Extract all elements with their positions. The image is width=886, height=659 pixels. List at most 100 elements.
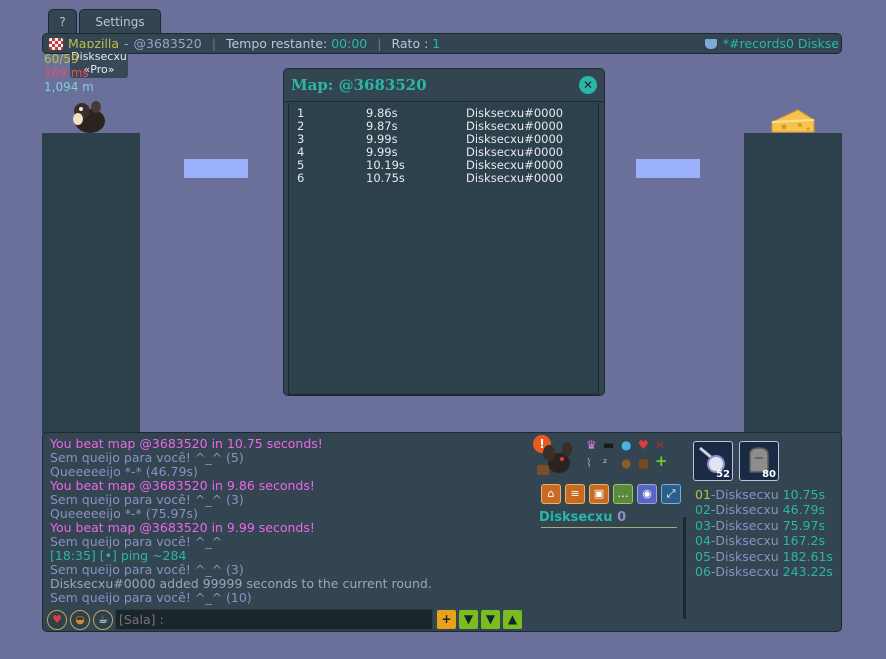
arrow-down-icon[interactable]: ▼ [481,610,500,629]
chat-line: Sem queijo para você! ^_^ (10) [50,590,252,605]
shaman-icon[interactable]: ☕ [93,610,113,630]
mouse-avatar [73,101,105,133]
right-floating-platform [636,159,700,178]
ranking-time: 75.97s [782,517,825,533]
ranking-row[interactable]: 06-Disksecxu 243.22s [695,564,833,579]
room-name[interactable]: *#records0 Diskse [723,36,839,51]
records-list: 1 9.86s Disksecxu#0000 2 9.87s Disksecxu#0000… [288,103,599,395]
ranking-time: 182.61s [782,548,833,564]
player-avatar[interactable] [535,439,577,477]
time-label: Tempo restante: [225,36,328,51]
record-time: 10.75s [366,171,405,185]
ranking-position: 01 [695,487,711,502]
heart-icon[interactable]: ♥ [638,439,649,451]
inventory-slot[interactable]: 52 [693,441,733,481]
ranking-name: -Disksecxu [710,502,779,518]
item-count: 80 [762,469,776,480]
ranking-position: 05 [695,548,711,564]
hat-icon[interactable]: ▬ [603,439,614,451]
chest-icon[interactable]: ■ [638,457,649,469]
chat-line: You beat map @3683520 in 9.99 seconds! [50,520,315,535]
close-icon[interactable]: ✕ [579,76,597,94]
home-icon[interactable]: ⌂ [541,484,561,504]
room-player-name: Disksecxu [539,510,613,525]
ranking-row[interactable]: 01-Disksecxu 10.75s [695,487,833,502]
popup-header: Map: @3683520 ✕ [284,69,604,102]
map-code[interactable]: @3683520 [134,36,202,51]
left-floating-platform [184,159,248,178]
ranking-position: 03 [695,517,711,533]
panel-divider [683,517,686,619]
right-pillar [744,133,842,434]
tribe-icon[interactable]: ◒ [70,610,90,630]
shop-icon[interactable]: ▣ [589,484,609,504]
discord-icon[interactable]: ◉ [637,484,657,504]
settings-tab[interactable]: Settings [79,9,161,33]
chat-input-row: ♥ ◒ ☕ + ▼ ▼ ▲ [47,609,547,631]
ranking-name: -Disksecxu [710,548,779,564]
ranking-time: 167.2s [782,533,825,549]
chat-line: Sem queijo para você! ^_^ (3) [50,562,244,577]
ranking-name: -Disksecxu [710,517,779,533]
inventory-slot[interactable]: 80 [739,441,779,481]
round-ranking: 01-Disksecxu 10.75s 02-Disksecxu 46.79s 03-D… [695,487,833,579]
room-shield-icon [704,38,717,49]
ranking-time: 243.22s [782,564,833,580]
time-value: 00:00 [331,36,368,51]
ranking-time: 46.79s [782,502,825,518]
fps-readout: 60/59 [44,52,79,66]
ranking-name: -Disksecxu [710,487,779,502]
map-info-bar: Mapzilla - @3683520 | Tempo restante: 00… [42,33,842,54]
chat-line: Disksecxu#0000 added 99999 seconds to th… [50,576,432,591]
record-player: Disksecxu#0000 [466,171,564,185]
ping-readout: 169 ms [44,66,89,80]
bottom-panel: You beat map @3683520 in 10.75 seconds! … [42,432,842,632]
map-flag-icon [49,37,63,50]
bar-divider: | [211,36,216,51]
left-pillar [42,133,140,434]
chat-input[interactable] [115,609,433,630]
chat-line: Queeeeeijo *-* (46.79s) [50,464,198,479]
chat-line: You beat map @3683520 in 10.75 seconds! [50,436,323,451]
item-count: 52 [716,469,730,480]
room-player-points: 0 [617,510,627,525]
record-rank: 6 [297,171,305,185]
ranking-time: 10.75s [782,487,825,502]
divider-line [541,527,677,528]
help-tab[interactable]: ? [48,9,77,33]
dress-icon[interactable]: ♛ [586,439,597,451]
chat-line: Sem queijo para você! ^_^ [50,534,223,549]
ranking-row[interactable]: 05-Disksecxu 182.61s [695,549,833,564]
plus-icon[interactable]: + [655,454,668,469]
chat-log: You beat map @3683520 in 10.75 seconds! … [50,437,530,605]
ranking-row[interactable]: 04-Disksecxu 167.2s [695,533,833,548]
broom-icon[interactable]: ⌇ [586,457,592,469]
boot-icon[interactable]: ● [621,457,631,469]
sword-icon[interactable]: ✕ [655,439,665,451]
ranking-row[interactable]: 02-Disksecxu 46.79s [695,502,833,517]
arrow-up-icon[interactable]: ▲ [503,610,522,629]
heart-icon[interactable]: ♥ [47,610,67,630]
ranking-position: 02 [695,502,711,518]
arrow-down-icon[interactable]: ▼ [459,610,478,629]
sleep-icon[interactable]: ᶻ [603,457,607,469]
ranking-row[interactable]: 03-Disksecxu 75.97s [695,518,833,533]
cheese-icon [771,109,815,133]
list-icon[interactable]: ≡ [565,484,585,504]
chat-line: Sem queijo para você! ^_^ (5) [50,450,244,465]
debug-stats: 60/59 169 ms 1,094 m [44,52,94,94]
chat-line: Queeeeeijo *-* (75.97s) [50,506,198,521]
ranking-position: 06 [695,564,711,580]
ranking-name: -Disksecxu [710,533,779,549]
distance-readout: 1,094 m [44,80,94,94]
chat-bubble-icon[interactable]: … [613,484,633,504]
ranking-position: 04 [695,533,711,549]
rato-label: Rato : [391,36,429,51]
map-records-popup: Map: @3683520 ✕ 1 9.86s Disksecxu#0000 2 9.8… [283,68,605,396]
fullscreen-icon[interactable]: ⤢ [661,484,681,504]
bar-divider: | [377,36,382,51]
room-player-score: Disksecxu 0 [539,510,626,525]
drop-icon[interactable]: ● [621,439,631,451]
plus-icon[interactable]: + [437,610,456,629]
ranking-name: -Disksecxu [710,564,779,580]
